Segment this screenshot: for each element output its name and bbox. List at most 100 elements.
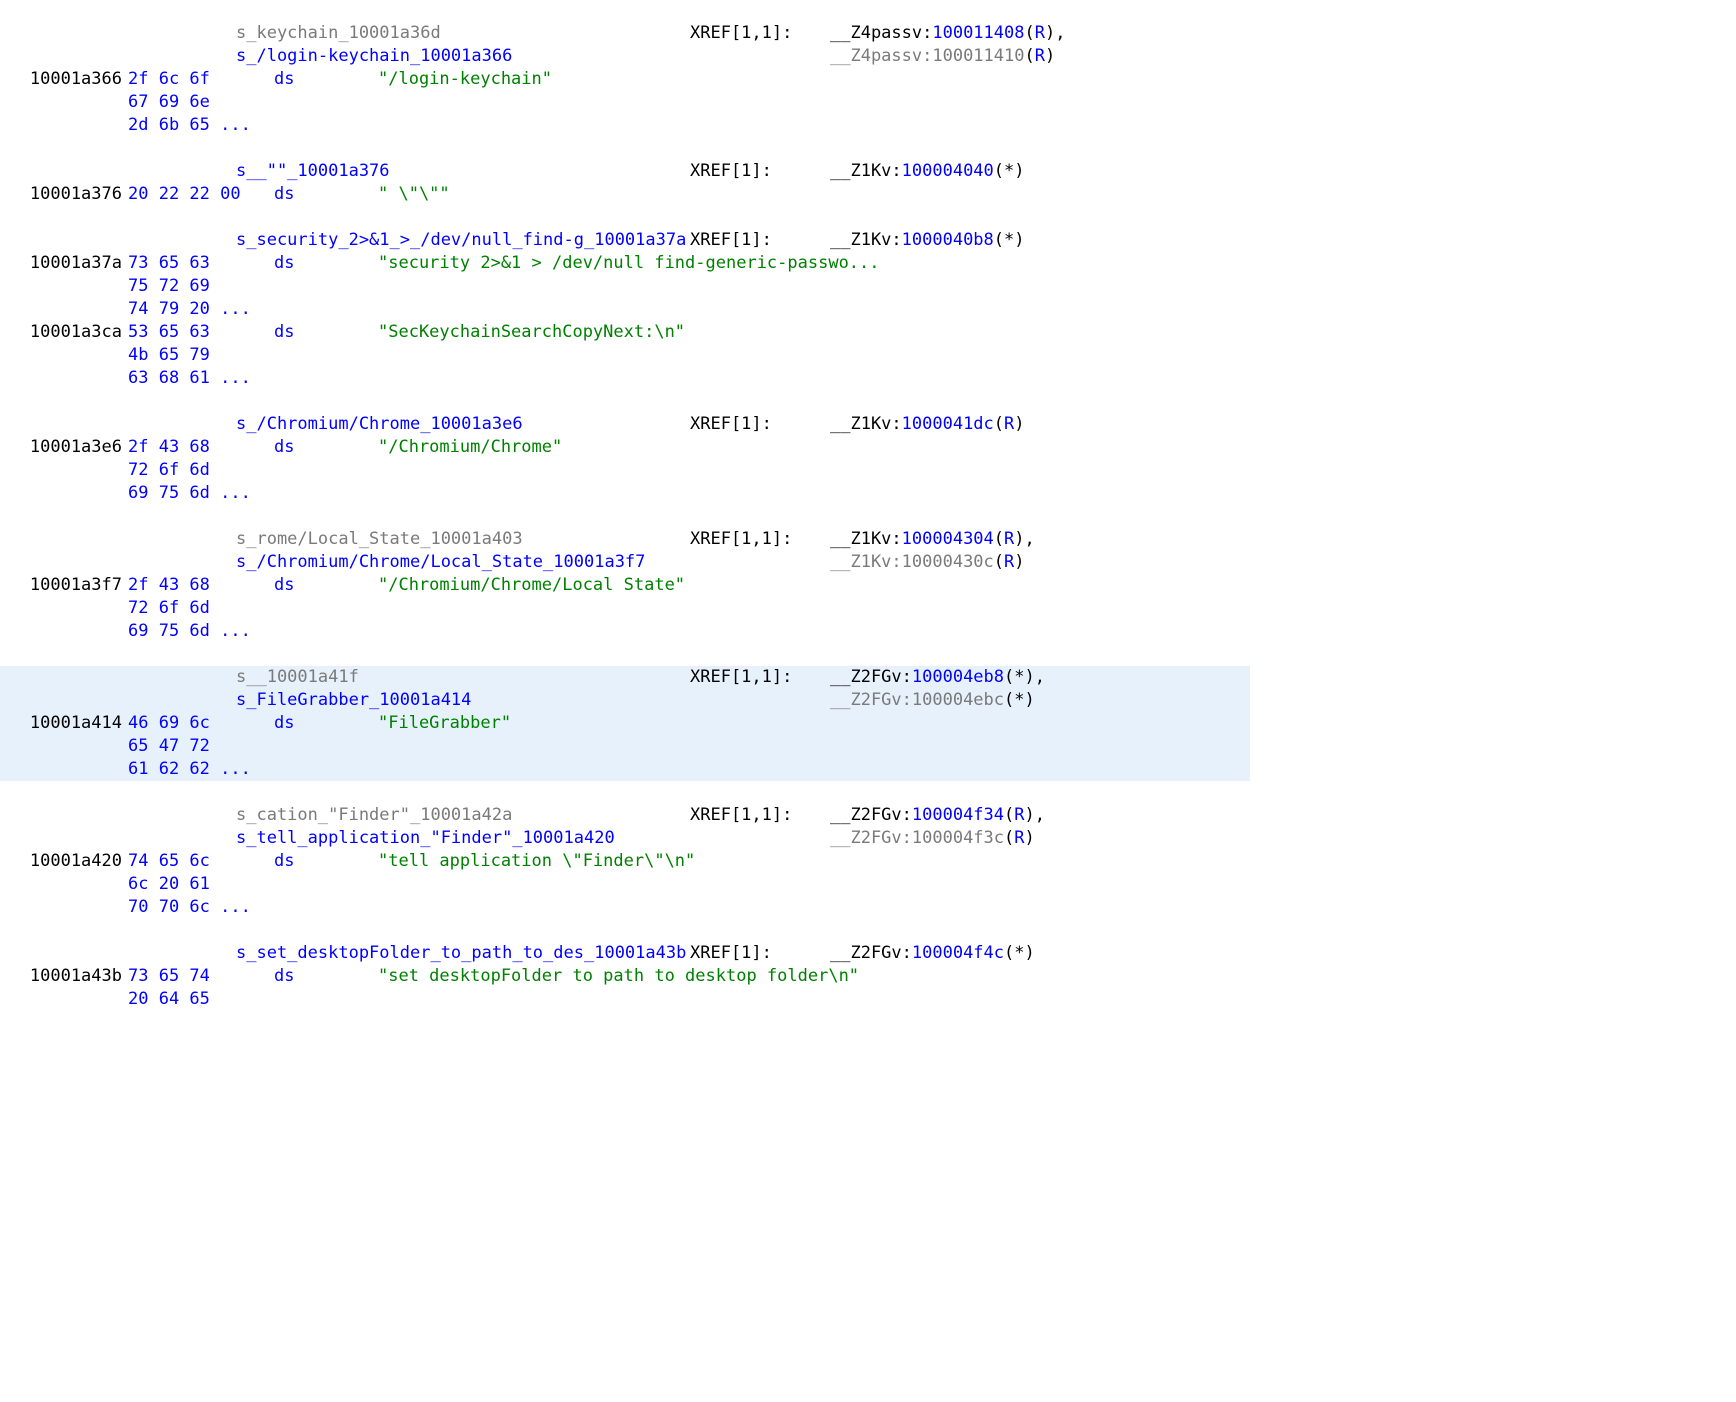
listing-row[interactable]: 69 75 6d ... (0, 620, 1250, 643)
listing-row[interactable]: 61 62 62 ... (0, 758, 1250, 781)
xref[interactable]: __Z1Kv:100004040(*) (830, 161, 1025, 181)
listing-row[interactable]: 72 6f 6d (0, 597, 1250, 620)
listing-row[interactable]: s__10001a41fXREF[1,1]:__Z2FGv:100004eb8(… (0, 666, 1250, 689)
address (0, 666, 128, 689)
xref[interactable]: __Z2FGv:100004eb8(*), (830, 667, 1045, 687)
listing-content (236, 758, 1250, 781)
string-operand[interactable]: "security 2>&1 > /dev/null find-generic-… (378, 252, 1250, 275)
address: 10001a3e6 (0, 436, 128, 459)
listing-row[interactable]: 10001a3e62f 43 68ds"/Chromium/Chrome" (0, 436, 1250, 459)
listing-row[interactable]: 20 64 65 (0, 988, 1250, 1011)
symbol-label[interactable]: s__""_10001a376 (236, 160, 690, 183)
xref-addr: 100004eb8 (912, 667, 1004, 687)
listing-row[interactable]: s_/login-keychain_10001a366 __Z4passv:100… (0, 45, 1250, 68)
listing-row[interactable]: s_cation_"Finder"_10001a42aXREF[1,1]:__Z… (0, 804, 1250, 827)
listing-row[interactable]: 75 72 69 (0, 275, 1250, 298)
listing-row[interactable]: 65 47 72 (0, 735, 1250, 758)
listing-content (236, 735, 1250, 758)
xref-header: XREF[1]: (690, 413, 830, 436)
listing-row[interactable]: 72 6f 6d (0, 459, 1250, 482)
listing-row[interactable]: 10001a3f72f 43 68ds"/Chromium/Chrome/Loc… (0, 574, 1250, 597)
xref-func: __Z1Kv: (830, 552, 902, 572)
symbol-label[interactable]: s__10001a41f (236, 666, 690, 689)
address: 10001a376 (0, 183, 128, 206)
listing-row[interactable]: 4b 65 79 (0, 344, 1250, 367)
xref-func: __Z1Kv: (830, 230, 902, 250)
listing-row[interactable]: 10001a43b73 65 74ds"set desktopFolder to… (0, 965, 1250, 988)
xref[interactable]: __Z1Kv:100004304(R), (830, 529, 1035, 549)
listing-row[interactable]: s_FileGrabber_10001a414 __Z2FGv:100004ebc… (0, 689, 1250, 712)
xref[interactable]: __Z1Kv:1000041dc(R) (830, 414, 1025, 434)
xref-func: __Z2FGv: (830, 805, 912, 825)
listing-row[interactable]: 10001a42074 65 6cds"tell application \"F… (0, 850, 1250, 873)
listing-row[interactable]: s__""_10001a376XREF[1]:__Z1Kv:100004040(… (0, 160, 1250, 183)
listing-content (236, 114, 1250, 137)
listing-row[interactable]: s_tell_application_"Finder"_10001a420 __Z… (0, 827, 1250, 850)
xref[interactable]: __Z2FGv:100004f34(R), (830, 805, 1045, 825)
listing-row[interactable]: 10001a37a73 65 63ds"security 2>&1 > /dev… (0, 252, 1250, 275)
disassembly-listing[interactable]: s_keychain_10001a36dXREF[1,1]:__Z4passv:… (0, 22, 1250, 1011)
xref[interactable]: __Z1Kv:1000040b8(*) (830, 230, 1025, 250)
listing-row[interactable]: 6c 20 61 (0, 873, 1250, 896)
symbol-label[interactable]: s_FileGrabber_10001a414 (236, 689, 690, 712)
xref[interactable]: __Z1Kv:10000430c(R) (830, 552, 1025, 572)
hex-bytes (128, 804, 236, 827)
address (0, 988, 128, 1011)
symbol-label[interactable]: s_rome/Local_State_10001a403 (236, 528, 690, 551)
string-operand[interactable]: "tell application \"Finder\"\n" (378, 850, 1250, 873)
xref-addr: 100011408 (932, 23, 1024, 43)
listing-row[interactable]: 69 75 6d ... (0, 482, 1250, 505)
listing-row[interactable]: 63 68 61 ... (0, 367, 1250, 390)
hex-bytes: 73 65 74 (128, 965, 236, 988)
listing-content: s_set_desktopFolder_to_path_to_des_10001… (236, 942, 1250, 965)
listing-content (236, 896, 1250, 919)
symbol-label[interactable]: s_set_desktopFolder_to_path_to_des_10001… (236, 942, 690, 965)
xref-func: __Z1Kv: (830, 529, 902, 549)
hex-bytes (128, 942, 236, 965)
xref[interactable]: __Z4passv:100011408(R), (830, 23, 1065, 43)
hex-bytes (128, 666, 236, 689)
symbol-label[interactable]: s_/Chromium/Chrome_10001a3e6 (236, 413, 690, 436)
string-operand[interactable]: "/Chromium/Chrome/Local State" (378, 574, 1250, 597)
listing-content (236, 91, 1250, 114)
listing-row[interactable]: 2d 6b 65 ... (0, 114, 1250, 137)
listing-row[interactable]: 70 70 6c ... (0, 896, 1250, 919)
symbol-label[interactable]: s_cation_"Finder"_10001a42a (236, 804, 690, 827)
xref[interactable]: __Z2FGv:100004f4c(*) (830, 943, 1035, 963)
xref-addr: 10000430c (902, 552, 994, 572)
listing-row[interactable]: s_set_desktopFolder_to_path_to_des_10001… (0, 942, 1250, 965)
string-operand[interactable]: "SecKeychainSearchCopyNext:\n" (378, 321, 1250, 344)
listing-row[interactable]: s_keychain_10001a36dXREF[1,1]:__Z4passv:… (0, 22, 1250, 45)
symbol-label[interactable]: s_tell_application_"Finder"_10001a420 (236, 827, 690, 850)
listing-row[interactable]: 67 69 6e (0, 91, 1250, 114)
listing-row[interactable]: 10001a37620 22 22 00ds" \"\"" (0, 183, 1250, 206)
listing-row[interactable]: s_security_2>&1_>_/dev/null_find-g_10001… (0, 229, 1250, 252)
string-operand[interactable]: "/Chromium/Chrome" (378, 436, 1250, 459)
address (0, 298, 128, 321)
listing-row[interactable]: 10001a41446 69 6cds"FileGrabber" (0, 712, 1250, 735)
listing-row[interactable]: s_/Chromium/Chrome_10001a3e6XREF[1]:__Z1… (0, 413, 1250, 436)
mnemonic: ds (236, 574, 378, 597)
symbol-label[interactable]: s_/Chromium/Chrome/Local_State_10001a3f7 (236, 551, 690, 574)
mnemonic: ds (236, 321, 378, 344)
address: 10001a366 (0, 68, 128, 91)
listing-row[interactable]: s_rome/Local_State_10001a403XREF[1,1]:__… (0, 528, 1250, 551)
hex-bytes (128, 160, 236, 183)
listing-row[interactable]: 10001a3ca53 65 63ds"SecKeychainSearchCop… (0, 321, 1250, 344)
xref[interactable]: __Z2FGv:100004f3c(R) (830, 828, 1035, 848)
listing-row[interactable]: 74 79 20 ... (0, 298, 1250, 321)
xref-addr: 100004304 (902, 529, 994, 549)
string-operand[interactable]: " \"\"" (378, 183, 1250, 206)
listing-content (236, 298, 1250, 321)
xref[interactable]: __Z4passv:100011410(R) (830, 46, 1055, 66)
listing-row[interactable]: s_/Chromium/Chrome/Local_State_10001a3f7… (0, 551, 1250, 574)
symbol-label[interactable]: s_keychain_10001a36d (236, 22, 690, 45)
listing-row[interactable]: 10001a3662f 6c 6fds"/login-keychain" (0, 68, 1250, 91)
string-operand[interactable]: "FileGrabber" (378, 712, 1250, 735)
xref-list: __Z4passv:100011410(R) (830, 45, 1250, 68)
xref[interactable]: __Z2FGv:100004ebc(*) (830, 690, 1035, 710)
string-operand[interactable]: "set desktopFolder to path to desktop fo… (378, 965, 1250, 988)
symbol-label[interactable]: s_/login-keychain_10001a366 (236, 45, 690, 68)
symbol-label[interactable]: s_security_2>&1_>_/dev/null_find-g_10001… (236, 229, 690, 252)
string-operand[interactable]: "/login-keychain" (378, 68, 1250, 91)
